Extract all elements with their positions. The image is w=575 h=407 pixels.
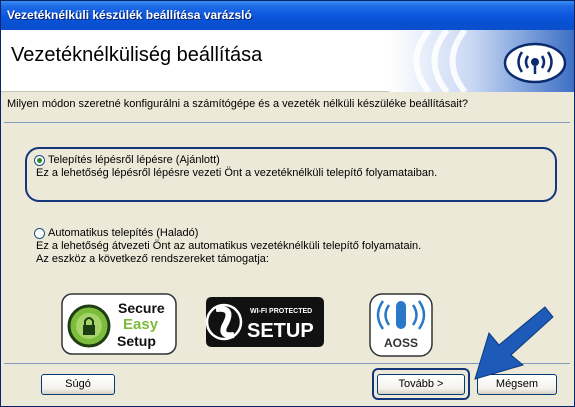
divider [4,122,570,123]
wifi-setup-text: SETUP [247,320,314,342]
aoss-logo: AOSS [369,293,433,357]
wireless-signal-icon [389,30,574,92]
option-automatic-supported-systems: Az eszköz a következő rendszereket támog… [36,253,269,265]
title-bar[interactable]: Vezetéknélküli készülék beállítása varáz… [1,1,574,30]
wifi-protected-setup-logo: WI-FI PROTECTED SETUP [205,297,324,347]
selection-highlight [25,147,557,202]
page-title: Vezetéknélküliség beállítása [11,44,263,66]
wizard-window: Vezetéknélküli készülék beállítása varáz… [0,0,575,407]
option-automatic-label[interactable]: Automatikus telepítés (Haladó) [48,227,198,240]
next-button[interactable]: Tovább > [377,374,465,395]
wizard-header: Vezetéknélküliség beállítása [1,30,574,92]
aoss-text: AOSS [384,336,418,350]
option-automatic-description: Ez a lehetőség átvezeti Önt az automatik… [36,240,422,252]
wifi-protected-text: WI-FI PROTECTED [250,308,312,315]
secure-easy-setup-logo: Secure Easy Setup [61,293,177,355]
radio-automatic[interactable] [34,228,45,239]
easy-text: Easy [123,316,159,333]
question-text: Milyen módon szeretné konfigurálni a szá… [7,98,469,110]
secure-text: Secure [118,300,165,316]
help-button[interactable]: Súgó [41,374,115,395]
setup-text: Setup [117,333,156,349]
option-automatic[interactable]: Automatikus telepítés (Haladó) Ez a lehe… [34,227,421,266]
pointer-arrow-icon [474,306,554,380]
window-title: Vezetéknélküli készülék beállítása varáz… [7,8,252,22]
